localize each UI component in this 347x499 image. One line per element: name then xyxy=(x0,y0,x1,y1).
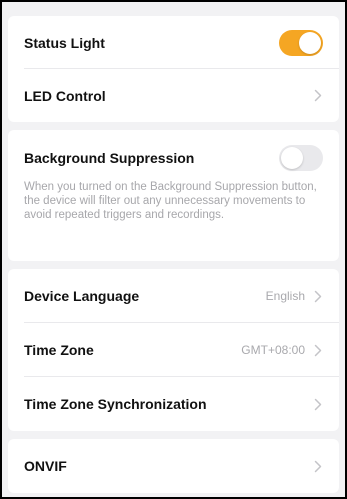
row-onvif[interactable]: ONVIF xyxy=(8,439,339,493)
card-device-settings: Device Language English Time Zone GMT+08… xyxy=(8,269,339,431)
background-suppression-label: Background Suppression xyxy=(24,150,195,166)
card-lighting: Status Light LED Control xyxy=(8,16,339,122)
toggle-knob xyxy=(299,31,321,54)
row-device-language[interactable]: Device Language English xyxy=(8,269,339,323)
row-background-suppression: Background Suppression xyxy=(8,130,339,186)
onvif-label: ONVIF xyxy=(24,458,67,474)
card-background-suppression: Background Suppression When you turned o… xyxy=(8,130,339,261)
row-time-zone[interactable]: Time Zone GMT+08:00 xyxy=(8,323,339,377)
background-suppression-toggle[interactable] xyxy=(279,145,323,171)
card-onvif: ONVIF xyxy=(8,439,339,493)
row-led-control[interactable]: LED Control xyxy=(8,69,339,122)
chevron-right-icon xyxy=(313,459,323,473)
led-control-label: LED Control xyxy=(24,87,106,104)
chevron-right-icon xyxy=(313,289,323,303)
time-zone-value: GMT+08:00 xyxy=(241,343,305,357)
status-light-toggle[interactable] xyxy=(279,29,323,56)
time-zone-sync-label: Time Zone Synchronization xyxy=(24,396,207,412)
chevron-right-icon xyxy=(313,397,323,411)
device-language-label: Device Language xyxy=(24,288,140,304)
status-light-label: Status Light xyxy=(24,34,105,51)
row-time-zone-sync[interactable]: Time Zone Synchronization xyxy=(8,377,339,431)
row-status-light: Status Light xyxy=(8,16,339,69)
time-zone-label: Time Zone xyxy=(24,342,94,358)
background-suppression-description: When you turned on the Background Suppre… xyxy=(24,181,317,221)
toggle-knob xyxy=(281,147,303,169)
chevron-right-icon xyxy=(313,89,323,103)
chevron-right-icon xyxy=(313,343,323,357)
device-language-value: English xyxy=(265,289,305,303)
settings-screen: Status Light LED Control Background Supp… xyxy=(0,0,347,499)
